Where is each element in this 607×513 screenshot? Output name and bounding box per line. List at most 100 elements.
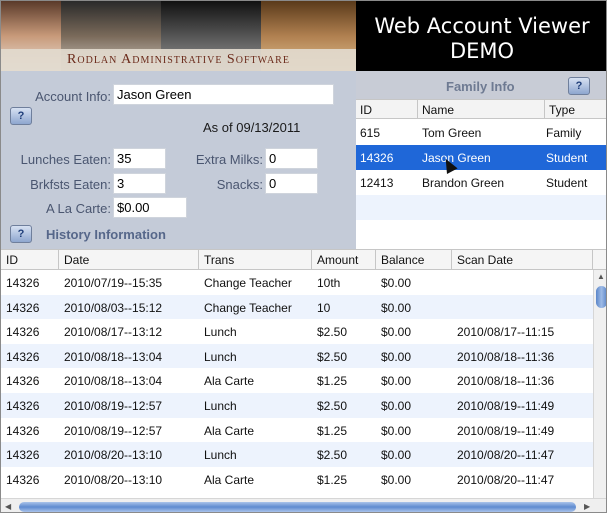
ala-carte-field[interactable]: $0.00 [113,197,187,218]
history-cell-date: 2010/07/19--15:35 [64,276,163,290]
history-col-balance[interactable]: Balance [376,250,452,270]
breakfasts-field[interactable]: 3 [113,173,166,194]
family-cell-name: Tom Green [422,126,482,140]
family-row[interactable]: 12413 Brandon Green Student [356,170,606,195]
history-cell-trans: Ala Carte [204,423,255,438]
history-cell-scan-date: 2010/08/18--11:36 [457,349,555,364]
family-col-id[interactable]: ID [356,100,418,119]
history-cell-balance: $0.00 [381,423,412,438]
family-cell-name: Brandon Green [422,176,505,190]
history-cell-amount: $2.50 [317,349,348,364]
family-help-button[interactable]: ? [568,77,590,95]
history-row[interactable]: 14326 2010/08/18--13:04 Lunch $2.50 $0.00 201… [1,343,593,369]
lunches-label: Lunches Eaten: [20,152,111,167]
scroll-left-arrow-icon[interactable]: ◀ [5,502,11,511]
account-panel: Account Info: Jason Green ? As of 09/13/… [1,71,356,249]
history-cell-scan-date: 2010/08/20--11:47 [457,472,555,487]
history-cell-id: 14326 [6,472,40,487]
history-cell-date: 2010/08/19--12:57 [64,423,163,438]
family-row[interactable]: 14326 Jason Green Student [356,145,606,170]
history-cell-amount: 10 [317,300,331,315]
family-cell-type: Student [546,176,588,190]
history-cell-scan-date: 2010/08/17--11:15 [457,325,555,340]
lunches-field[interactable]: 35 [113,148,166,169]
as-of-date: As of 09/13/2011 [203,120,301,135]
history-cell-id: 14326 [6,423,40,438]
history-cell-date: 2010/08/18--13:04 [64,349,163,364]
history-cell-balance: $0.00 [381,374,412,389]
header-banner: Rodlan Administrative Software [1,1,356,71]
history-row[interactable]: 14326 2010/08/17--13:12 Lunch $2.50 $0.00 201… [1,319,593,344]
family-header: Family Info ? [356,71,606,99]
extra-milks-field[interactable]: 0 [265,148,318,169]
banner-caption: Rodlan Administrative Software [1,49,356,71]
title-panel: Web Account Viewer DEMO [356,1,606,71]
history-cell-trans: Change Teacher [204,276,292,290]
family-row-empty [356,195,606,220]
snacks-field[interactable]: 0 [265,173,318,194]
history-col-scan-date[interactable]: Scan Date [452,250,593,270]
history-row[interactable]: 14326 2010/08/19--12:57 Lunch $2.50 $0.00 201… [1,393,593,418]
history-col-date[interactable]: Date [59,250,199,270]
account-help-button[interactable]: ? [10,107,32,125]
history-cell-trans: Ala Carte [204,374,255,389]
family-col-name[interactable]: Name [418,100,545,119]
history-cell-id: 14326 [6,349,40,364]
history-cell-id: 14326 [6,448,40,463]
history-cell-amount: $1.25 [317,472,348,487]
history-cell-date: 2010/08/19--12:57 [64,399,163,413]
history-row[interactable]: 14326 2010/08/03--15:12 Change Teacher 10 $0… [1,294,593,320]
account-info-label: Account Info: [35,89,111,104]
history-help-button[interactable]: ? [10,225,32,243]
history-cell-date: 2010/08/18--13:04 [64,374,163,389]
history-row[interactable]: 14326 2010/08/18--13:04 Ala Carte $1.25 $0.0… [1,368,593,393]
history-cell-id: 14326 [6,325,40,340]
history-row[interactable]: 14326 2010/08/19--12:57 Ala Carte $1.25 $0.0… [1,418,593,443]
family-column-header: ID Name Type [356,99,606,119]
history-cell-balance: $0.00 [381,276,412,290]
history-cell-amount: $1.25 [317,423,348,438]
history-cell-scan-date: 2010/08/20--11:47 [457,448,555,463]
history-cell-id: 14326 [6,399,40,413]
family-title: Family Info [446,79,515,94]
history-cell-date: 2010/08/20--13:10 [64,472,163,487]
history-cell-trans: Lunch [204,349,237,364]
history-cell-trans: Lunch [204,399,237,413]
history-cell-amount: $2.50 [317,448,348,463]
history-cell-balance: $0.00 [381,472,412,487]
vertical-scrollbar[interactable]: ▲ [593,270,606,498]
family-row-empty [356,220,606,245]
app-window: Rodlan Administrative Software Web Accou… [0,0,607,513]
family-col-type[interactable]: Type [545,100,606,119]
history-cell-trans: Change Teacher [204,300,292,315]
family-row[interactable]: 615 Tom Green Family [356,120,606,145]
account-info-field[interactable]: Jason Green [113,84,334,105]
scroll-up-arrow-icon[interactable]: ▲ [597,272,605,281]
history-cell-scan-date: 2010/08/18--11:36 [457,374,555,389]
history-row[interactable]: 14326 2010/07/19--15:35 Change Teacher 10th… [1,270,593,295]
history-cell-balance: $0.00 [381,300,412,315]
history-cell-date: 2010/08/20--13:10 [64,448,163,463]
horizontal-scrollbar[interactable]: ◀ ▶ [1,498,606,512]
extra-milks-label: Extra Milks: [195,152,263,167]
history-cell-amount: $2.50 [317,325,348,340]
history-cell-amount: 10th [317,276,341,290]
history-cell-amount: $1.25 [317,374,348,389]
app-title: Web Account Viewer [374,14,590,38]
history-row[interactable]: 14326 2010/08/20--13:10 Lunch $2.50 $0.00 201… [1,442,593,467]
history-col-amount[interactable]: Amount [312,250,376,270]
family-cell-type: Student [546,151,588,165]
history-cell-amount: $2.50 [317,399,348,413]
family-cell-name: Jason Green [422,151,491,165]
history-col-id[interactable]: ID [1,250,59,270]
history-cell-trans: Ala Carte [204,472,255,487]
vertical-scroll-thumb[interactable] [596,286,606,308]
scroll-right-arrow-icon[interactable]: ▶ [584,502,590,511]
family-cell-id: 14326 [360,151,394,165]
history-title: History Information [46,227,166,242]
history-row[interactable]: 14326 2010/08/20--13:10 Ala Carte $1.25 $0.0… [1,467,593,492]
history-cell-scan-date: 2010/08/19--11:49 [457,423,555,438]
history-cell-date: 2010/08/03--15:12 [64,300,163,315]
horizontal-scroll-thumb[interactable] [19,502,576,512]
history-col-trans[interactable]: Trans [199,250,312,270]
